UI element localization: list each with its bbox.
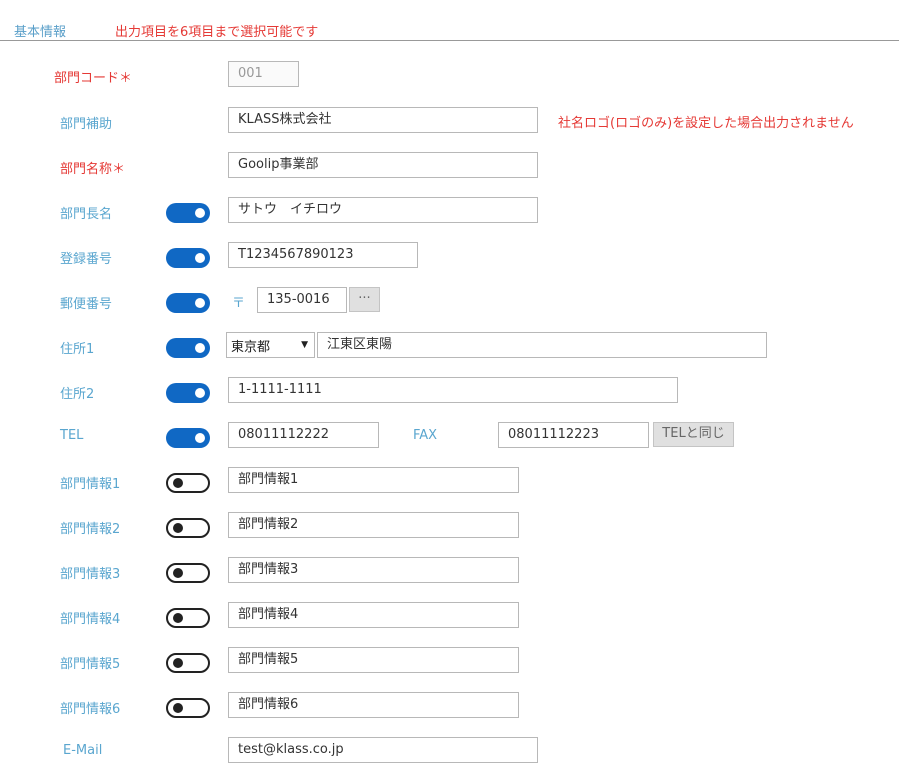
dept-code-label: 部門コード＊ [54, 71, 133, 86]
dept-info2-label: 部門情報2 [60, 522, 121, 537]
dept-head-label: 部門長名 [60, 207, 113, 222]
dept-info5-field[interactable]: 部門情報5 [228, 647, 519, 673]
section-title: 基本情報 [14, 25, 67, 40]
email-row: E-Mail test@klass.co.jp [0, 737, 899, 767]
dept-info4-field[interactable]: 部門情報4 [228, 602, 519, 628]
dept-info3-label: 部門情報3 [60, 567, 121, 582]
address1-toggle[interactable] [166, 338, 210, 358]
fax-field[interactable]: 08011112223 [498, 422, 649, 448]
address2-row: 住所2 1-1111-1111 [0, 377, 899, 407]
dept-info6-toggle[interactable] [166, 698, 210, 718]
reg-no-label: 登録番号 [60, 252, 113, 267]
dept-info1-row: 部門情報1 部門情報1 [0, 467, 899, 497]
postal-mark-icon: 〒 [232, 296, 246, 311]
dept-code-field: 001 [228, 61, 299, 87]
email-label: E-Mail [63, 743, 103, 758]
prefecture-value: 東京都 [231, 340, 271, 355]
dept-info1-toggle[interactable] [166, 473, 210, 493]
tel-label: TEL [60, 428, 84, 443]
dept-head-row: 部門長名 サトウ イチロウ [0, 197, 899, 227]
address1-label: 住所1 [60, 342, 95, 357]
chevron-down-icon: ▼ [301, 340, 308, 350]
dept-assist-label: 部門補助 [60, 117, 113, 132]
reg-no-row: 登録番号 T1234567890123 [0, 242, 899, 272]
dept-assist-row: 部門補助 KLASS株式会社 社名ロゴ(ロゴのみ)を設定した場合出力されません [0, 107, 899, 137]
address2-field[interactable]: 1-1111-1111 [228, 377, 678, 403]
postal-toggle[interactable] [166, 293, 210, 313]
dept-info4-row: 部門情報4 部門情報4 [0, 602, 899, 632]
same-as-tel-button[interactable]: TELと同じ [653, 422, 734, 447]
dept-info4-toggle[interactable] [166, 608, 210, 628]
dept-info6-label: 部門情報6 [60, 702, 121, 717]
dept-info1-label: 部門情報1 [60, 477, 121, 492]
output-limit-note: 出力項目を6項目まで選択可能です [115, 25, 319, 40]
dept-info4-label: 部門情報4 [60, 612, 121, 627]
postal-row: 郵便番号 〒 135-0016 ··· [0, 287, 899, 317]
dept-assist-field[interactable]: KLASS株式会社 [228, 107, 538, 133]
section-header: 基本情報 出力項目を6項目まで選択可能です [0, 0, 899, 41]
address1-row: 住所1 東京都 ▼ 江東区東陽 [0, 332, 899, 362]
address2-label: 住所2 [60, 387, 95, 402]
address2-toggle[interactable] [166, 383, 210, 403]
dept-name-row: 部門名称＊ Goolip事業部 [0, 152, 899, 182]
logo-note: 社名ロゴ(ロゴのみ)を設定した場合出力されません [558, 116, 854, 131]
tel-field[interactable]: 08011112222 [228, 422, 379, 448]
dept-info5-toggle[interactable] [166, 653, 210, 673]
dept-info2-field[interactable]: 部門情報2 [228, 512, 519, 538]
reg-no-field[interactable]: T1234567890123 [228, 242, 418, 268]
dept-info5-label: 部門情報5 [60, 657, 121, 672]
fax-label: FAX [413, 428, 438, 443]
dept-info3-field[interactable]: 部門情報3 [228, 557, 519, 583]
dept-info6-field[interactable]: 部門情報6 [228, 692, 519, 718]
reg-no-toggle[interactable] [166, 248, 210, 268]
postal-field[interactable]: 135-0016 [257, 287, 347, 313]
postal-search-button[interactable]: ··· [349, 287, 380, 312]
dept-info2-toggle[interactable] [166, 518, 210, 538]
prefecture-select[interactable]: 東京都 ▼ [226, 332, 315, 358]
dept-head-field[interactable]: サトウ イチロウ [228, 197, 538, 223]
dept-info3-toggle[interactable] [166, 563, 210, 583]
email-field[interactable]: test@klass.co.jp [228, 737, 538, 763]
dept-info3-row: 部門情報3 部門情報3 [0, 557, 899, 587]
dept-code-row: 部門コード＊ 001 [0, 61, 899, 91]
address1-field[interactable]: 江東区東陽 [317, 332, 767, 358]
dept-info6-row: 部門情報6 部門情報6 [0, 692, 899, 722]
dept-info2-row: 部門情報2 部門情報2 [0, 512, 899, 542]
tel-row: TEL 08011112222 FAX 08011112223 TELと同じ [0, 422, 899, 452]
dept-head-toggle[interactable] [166, 203, 210, 223]
dept-name-field[interactable]: Goolip事業部 [228, 152, 538, 178]
dept-info1-field[interactable]: 部門情報1 [228, 467, 519, 493]
postal-label: 郵便番号 [60, 297, 113, 312]
dept-name-label: 部門名称＊ [60, 162, 126, 177]
dept-info5-row: 部門情報5 部門情報5 [0, 647, 899, 677]
tel-toggle[interactable] [166, 428, 210, 448]
